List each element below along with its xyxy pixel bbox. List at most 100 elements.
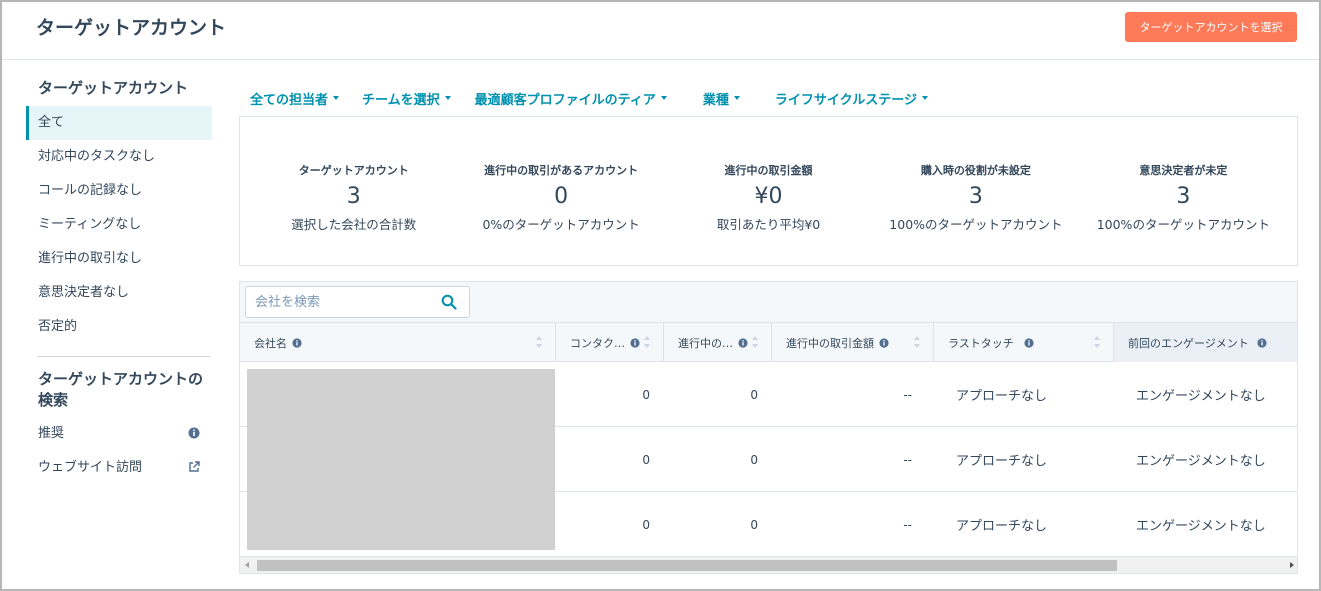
column-label: 会社名 bbox=[254, 336, 287, 350]
filter-industry-dropdown[interactable]: 業種 bbox=[703, 88, 740, 108]
filter-team-dropdown[interactable]: チームを選択 bbox=[362, 88, 451, 108]
cell-last-touch: アプローチなし bbox=[956, 519, 1048, 534]
accounts-table: 会社名 コンタク… 進行中の… 進行中の取引金額 ラストタッチ bbox=[239, 281, 1298, 574]
sidebar-search-heading: ターゲットアカウントの検索 bbox=[38, 370, 204, 409]
cell-last-engagement: エンゲージメントなし bbox=[1136, 389, 1266, 404]
page-title: ターゲットアカウント bbox=[36, 17, 227, 39]
caret-down-icon bbox=[921, 96, 928, 100]
info-icon[interactable] bbox=[188, 427, 200, 439]
scroll-left-arrow-icon[interactable] bbox=[245, 562, 249, 568]
horizontal-scrollbar[interactable] bbox=[240, 557, 1297, 573]
kpi-open-deal-amount: 進行中の取引金額 ¥0 取引あたり平均¥0 bbox=[665, 117, 872, 265]
sort-icon[interactable] bbox=[1093, 335, 1101, 349]
sidebar-item-no-open-deals[interactable]: 進行中の取引なし bbox=[26, 242, 212, 276]
column-header-last-engagement[interactable]: 前回のエンゲージメント bbox=[1114, 323, 1297, 362]
cell-last-engagement: エンゲージメントなし bbox=[1136, 454, 1266, 469]
sidebar-item-no-calls[interactable]: コールの記録なし bbox=[26, 174, 212, 208]
cell-contacts: 0 bbox=[642, 387, 650, 402]
sidebar-item-label: ウェブサイト訪問 bbox=[38, 460, 143, 475]
kpi-buying-role-unset: 購入時の役割が未設定 3 100%のターゲットアカウント bbox=[872, 117, 1079, 265]
kpi-value: 3 bbox=[346, 184, 361, 209]
info-icon[interactable] bbox=[292, 337, 302, 348]
column-header-open-deal-amount[interactable]: 進行中の取引金額 bbox=[772, 323, 934, 362]
column-header-contacts[interactable]: コンタク… bbox=[556, 323, 664, 362]
info-icon[interactable] bbox=[1024, 337, 1034, 348]
sidebar: ターゲットアカウント 全て 対応中のタスクなし コールの記録なし ミーティングな… bbox=[26, 74, 212, 485]
company-search-box bbox=[245, 286, 470, 318]
sort-icon[interactable] bbox=[751, 335, 759, 349]
kpi-decision-maker-undetermined: 意思決定者が未定 3 100%のターゲットアカウント bbox=[1080, 117, 1287, 265]
kpi-subtext: 100%のターゲットアカウント bbox=[1096, 217, 1270, 232]
select-target-accounts-button[interactable]: ターゲットアカウントを選択 bbox=[1125, 12, 1297, 42]
sidebar-item-no-decision-maker[interactable]: 意思決定者なし bbox=[26, 276, 212, 310]
kpi-label: 意思決定者が未定 bbox=[1139, 164, 1228, 177]
filter-owner-dropdown[interactable]: 全ての担当者 bbox=[250, 88, 340, 108]
table-body: 0 0 -- アプローチなし エンゲージメントなし 0 0 -- アプローチなし… bbox=[240, 362, 1297, 557]
info-icon[interactable] bbox=[879, 337, 889, 348]
cell-open-deals: 0 bbox=[750, 387, 758, 402]
filter-label: チームを選択 bbox=[362, 92, 440, 108]
column-label: コンタク… bbox=[570, 336, 625, 350]
info-icon[interactable] bbox=[738, 337, 748, 348]
cell-last-engagement: エンゲージメントなし bbox=[1136, 519, 1266, 534]
table-header: 会社名 コンタク… 進行中の… 進行中の取引金額 ラストタッチ 前回のエンゲージ… bbox=[240, 322, 1297, 362]
sidebar-heading: ターゲットアカウント bbox=[38, 79, 189, 97]
kpi-label: ターゲットアカウント bbox=[298, 164, 409, 177]
filter-icp-tier-dropdown[interactable]: 最適顧客プロファイルのティア bbox=[475, 88, 667, 108]
cell-open-deals: 0 bbox=[750, 517, 758, 532]
sidebar-item-label: 推奨 bbox=[38, 426, 65, 441]
column-header-open-deals[interactable]: 進行中の… bbox=[664, 323, 772, 362]
caret-down-icon bbox=[333, 96, 340, 100]
kpi-subtext: 取引あたり平均¥0 bbox=[716, 217, 821, 232]
filter-label: 最適顧客プロファイルのティア bbox=[474, 92, 656, 108]
info-icon[interactable] bbox=[630, 337, 640, 348]
cell-contacts: 0 bbox=[642, 452, 650, 467]
sidebar-item-negative[interactable]: 否定的 bbox=[26, 310, 212, 344]
sidebar-item-no-open-tasks[interactable]: 対応中のタスクなし bbox=[26, 140, 212, 174]
kpi-label: 購入時の役割が未設定 bbox=[920, 164, 1031, 177]
kpi-summary-card: ターゲットアカウント 3 選択した会社の合計数 進行中の取引があるアカウント 0… bbox=[239, 116, 1298, 266]
scroll-right-arrow-icon[interactable] bbox=[1290, 562, 1294, 568]
external-link-icon[interactable] bbox=[188, 461, 200, 473]
kpi-target-accounts: ターゲットアカウント 3 選択した会社の合計数 bbox=[250, 117, 457, 265]
kpi-value: 0 bbox=[554, 184, 569, 209]
sidebar-item-recommended[interactable]: 推奨 bbox=[26, 417, 212, 451]
info-icon[interactable] bbox=[1257, 337, 1267, 348]
filter-label: 業種 bbox=[702, 92, 729, 108]
kpi-accounts-with-open-deals: 進行中の取引があるアカウント 0 0%のターゲットアカウント bbox=[457, 117, 664, 265]
column-header-company-name[interactable]: 会社名 bbox=[240, 323, 556, 362]
kpi-subtext: 0%のターゲットアカウント bbox=[482, 217, 640, 232]
kpi-subtext: 100%のターゲットアカウント bbox=[889, 217, 1063, 232]
caret-down-icon bbox=[733, 96, 740, 100]
kpi-label: 進行中の取引金額 bbox=[724, 164, 813, 177]
sidebar-divider bbox=[38, 356, 210, 357]
sidebar-item-no-meetings[interactable]: ミーティングなし bbox=[26, 208, 212, 242]
cell-last-touch: アプローチなし bbox=[956, 389, 1048, 404]
kpi-value: 3 bbox=[968, 184, 983, 209]
kpi-label: 進行中の取引があるアカウント bbox=[484, 164, 639, 177]
cell-deal-amount: -- bbox=[903, 387, 912, 402]
kpi-subtext: 選択した会社の合計数 bbox=[291, 217, 417, 232]
kpi-value: ¥0 bbox=[754, 184, 783, 209]
company-search-input[interactable] bbox=[246, 287, 431, 317]
sort-icon[interactable] bbox=[535, 335, 543, 349]
caret-down-icon bbox=[660, 96, 667, 100]
sidebar-item-website-visits[interactable]: ウェブサイト訪問 bbox=[26, 451, 212, 485]
sort-icon[interactable] bbox=[913, 335, 921, 349]
column-label: ラストタッチ bbox=[948, 336, 1014, 350]
sort-icon[interactable] bbox=[643, 335, 651, 349]
app-window: ターゲットアカウント ターゲットアカウントを選択 ターゲットアカウント 全て 対… bbox=[0, 0, 1321, 591]
scrollbar-thumb[interactable] bbox=[257, 560, 1117, 571]
sidebar-item-all[interactable]: 全て bbox=[26, 106, 212, 140]
cell-open-deals: 0 bbox=[750, 452, 758, 467]
search-icon[interactable] bbox=[441, 294, 457, 310]
column-label: 前回のエンゲージメント bbox=[1128, 336, 1249, 350]
cell-last-touch: アプローチなし bbox=[956, 454, 1048, 469]
caret-down-icon bbox=[444, 96, 451, 100]
column-header-last-touch[interactable]: ラストタッチ bbox=[934, 323, 1114, 362]
filter-lifecycle-stage-dropdown[interactable]: ライフサイクルステージ bbox=[775, 88, 928, 108]
redacted-company-names bbox=[247, 369, 555, 550]
column-label: 進行中の… bbox=[678, 336, 733, 350]
cell-contacts: 0 bbox=[642, 517, 650, 532]
kpi-value: 3 bbox=[1176, 184, 1191, 209]
